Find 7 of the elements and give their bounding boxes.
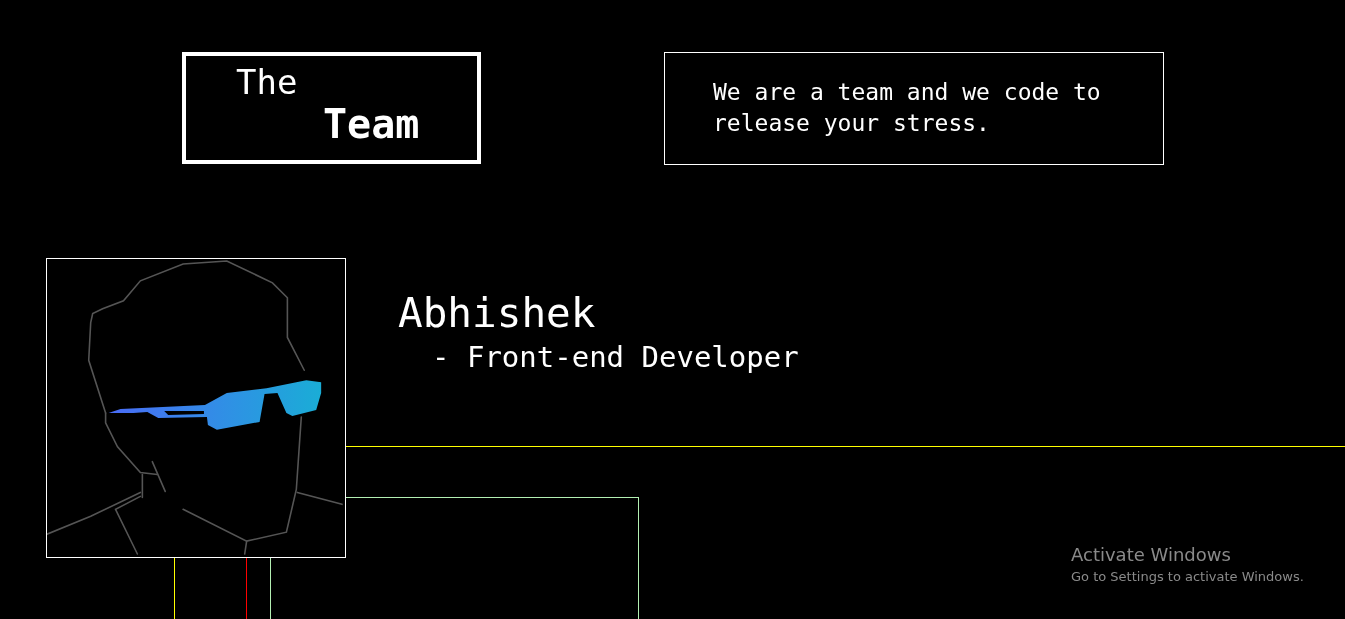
activation-subtitle: Go to Settings to activate Windows. [1071, 568, 1304, 586]
member-role: - Front-end Developer [432, 339, 799, 376]
activation-title: Activate Windows [1071, 543, 1231, 567]
member-name: Abhishek [398, 288, 596, 338]
title-word: Team [322, 102, 420, 146]
tagline: We are a team and we code to release your stress. [713, 78, 1102, 138]
title-word: The [235, 61, 298, 102]
